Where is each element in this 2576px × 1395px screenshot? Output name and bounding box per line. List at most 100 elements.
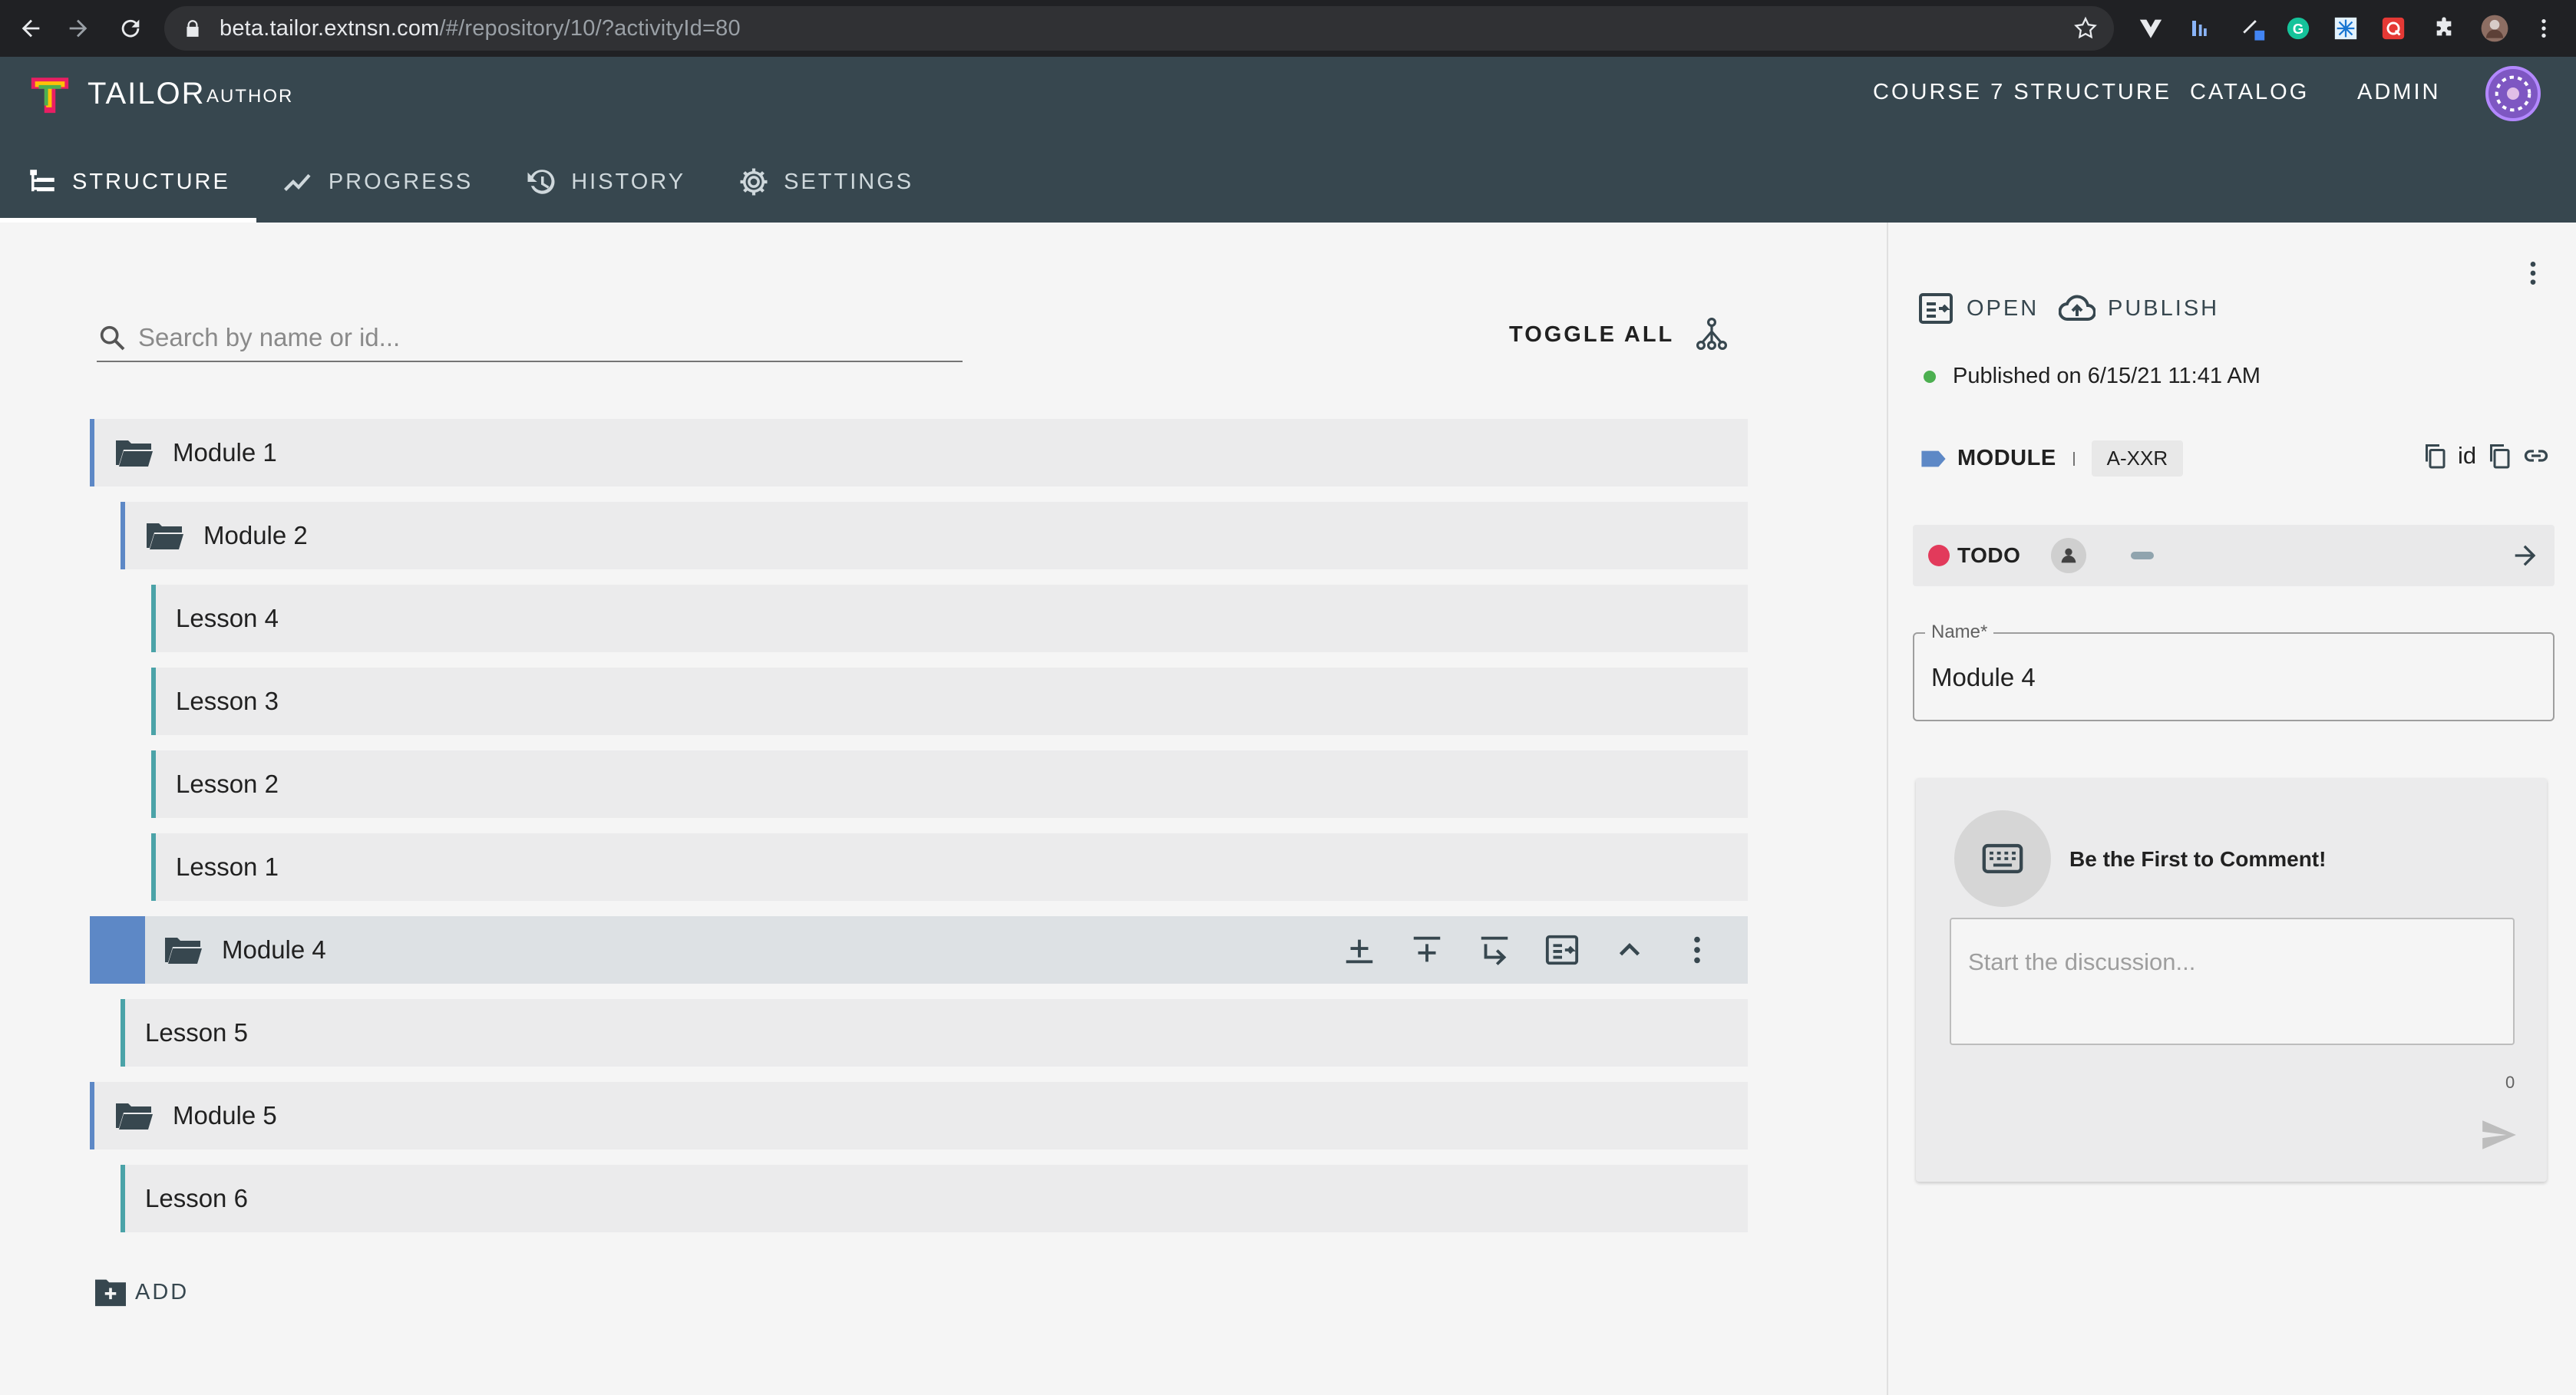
- app-header: TAILOR AUTHOR COURSE 7 STRUCTURE CATALOG…: [0, 57, 2576, 223]
- tree-item-label: Module 5: [173, 1101, 277, 1130]
- comments-empty-text: Be the First to Comment!: [2069, 847, 2327, 871]
- search-icon: [100, 325, 125, 351]
- person-icon: [2062, 548, 2076, 563]
- label-tag-icon: [1921, 450, 1946, 467]
- tree-item-module-selected[interactable]: Module 4: [90, 916, 1748, 984]
- back-button[interactable]: [8, 0, 54, 57]
- tree-item-module[interactable]: Module 5: [90, 1082, 1748, 1149]
- workflow-status-bar[interactable]: TODO: [1913, 525, 2555, 586]
- reload-icon: [121, 19, 140, 38]
- comments-panel: Be the First to Comment! 0: [1916, 778, 2547, 1182]
- lock-icon: [187, 20, 199, 37]
- pen-extension-icon[interactable]: [2238, 13, 2269, 44]
- module-indicator-bar: [90, 419, 94, 486]
- brand-subtitle: AUTHOR: [206, 86, 294, 107]
- activity-sidebar: OPEN PUBLISH Published on 6/15/21 11:41 …: [1887, 223, 2576, 1395]
- folder-add-icon: [95, 1279, 126, 1307]
- publish-button[interactable]: PUBLISH: [2059, 292, 2219, 325]
- search-input[interactable]: [138, 323, 952, 352]
- tab-settings[interactable]: SETTINGS: [712, 141, 940, 223]
- browser-chrome: beta.tailor.extnsn.com/#/repository/10/?…: [0, 0, 2576, 57]
- bar-chart-extension-icon[interactable]: [2185, 13, 2215, 44]
- profile-avatar-icon[interactable]: [2479, 13, 2510, 44]
- copy-icon[interactable]: [2421, 442, 2449, 470]
- add-item-button[interactable]: ADD: [94, 1277, 189, 1308]
- open-button[interactable]: [1528, 916, 1596, 984]
- q-extension-icon[interactable]: [2378, 13, 2409, 44]
- arrow-left-icon: [21, 19, 40, 38]
- tab-structure-label: STRUCTURE: [72, 169, 230, 194]
- lesson-indicator-bar: [151, 750, 156, 818]
- status-dot: [1928, 545, 1950, 566]
- activity-type-label: MODULE: [1957, 446, 2056, 470]
- more-vertical-icon[interactable]: [2518, 258, 2548, 289]
- forward-button[interactable]: [55, 0, 101, 57]
- open-button[interactable]: OPEN: [1917, 292, 2039, 325]
- open-in-editor-icon: [1545, 935, 1579, 965]
- name-field-value[interactable]: Module 4: [1931, 663, 2036, 692]
- nav-admin[interactable]: ADMIN: [2357, 80, 2440, 105]
- link-icon[interactable]: [2522, 442, 2550, 470]
- tree-item-lesson[interactable]: Lesson 1: [151, 833, 1748, 901]
- publish-label: PUBLISH: [2108, 295, 2220, 321]
- activity-type-row: MODULE A-XXR: [1920, 440, 2184, 477]
- publish-status: Published on 6/15/21 11:41 AM: [1924, 364, 2261, 389]
- puzzle-extension-icon[interactable]: [2429, 13, 2459, 44]
- bookmark-star-icon[interactable]: [2072, 15, 2099, 41]
- browser-menu-icon[interactable]: [2528, 13, 2559, 44]
- tab-progress[interactable]: PROGRESS: [256, 141, 499, 223]
- url-path: /#/repository/10/?activityId=80: [439, 15, 741, 41]
- send-icon[interactable]: [2479, 1116, 2518, 1154]
- assignee-avatar[interactable]: [2051, 538, 2087, 573]
- reload-button[interactable]: [107, 0, 154, 57]
- main-tabs: STRUCTURE PROGRESS HISTORY SETTINGS: [0, 141, 940, 223]
- tree-item-lesson[interactable]: Lesson 6: [121, 1165, 1748, 1232]
- toggle-all-button[interactable]: TOGGLE ALL: [1509, 322, 1674, 348]
- lesson-indicator-bar: [151, 668, 156, 735]
- vuejs-devtools-extension-icon[interactable]: [2135, 13, 2166, 44]
- tab-structure[interactable]: STRUCTURE: [0, 141, 256, 223]
- chevron-up-icon: [1619, 942, 1640, 956]
- folder-open-icon: [116, 440, 153, 467]
- snowflake-extension-icon[interactable]: [2330, 13, 2361, 44]
- module-indicator-bar: [121, 502, 125, 569]
- tree-item-lesson[interactable]: Lesson 2: [151, 750, 1748, 818]
- gear-icon: [740, 168, 768, 196]
- tree-item-label: Lesson 4: [176, 604, 279, 632]
- grammarly-extension-icon[interactable]: G: [2283, 13, 2313, 44]
- divider: [2072, 451, 2075, 466]
- tab-history[interactable]: HISTORY: [499, 141, 712, 223]
- tailor-logo-icon[interactable]: [28, 72, 72, 117]
- lesson-indicator-bar: [121, 1165, 125, 1232]
- history-icon: [527, 170, 555, 194]
- id-label: id: [2458, 442, 2477, 469]
- user-avatar[interactable]: [2485, 66, 2541, 121]
- tree-item-label: Module 4: [222, 935, 326, 964]
- nav-catalog[interactable]: CATALOG: [2190, 80, 2309, 105]
- collapse-button[interactable]: [1596, 916, 1663, 984]
- keyboard-icon: [1982, 843, 2023, 874]
- copy-id-icon[interactable]: [2485, 442, 2513, 470]
- tree-item-lesson[interactable]: Lesson 3: [151, 668, 1748, 735]
- tree-item-lesson[interactable]: Lesson 5: [121, 999, 1748, 1067]
- lesson-indicator-bar: [151, 585, 156, 652]
- row-menu-button[interactable]: [1663, 916, 1731, 984]
- add-into-button[interactable]: [1461, 916, 1528, 984]
- add-below-button[interactable]: [1326, 916, 1393, 984]
- name-field[interactable]: Name* Module 4: [1913, 622, 2555, 721]
- tree-item-label: Lesson 5: [145, 1018, 248, 1047]
- add-above-button[interactable]: [1393, 916, 1461, 984]
- tree-item-module[interactable]: Module 1: [90, 419, 1748, 486]
- tree-item-module[interactable]: Module 2: [121, 502, 1748, 569]
- tree-item-label: Lesson 3: [176, 687, 279, 715]
- brand-name[interactable]: TAILOR: [88, 77, 206, 111]
- tree-item-lesson[interactable]: Lesson 4: [151, 585, 1748, 652]
- folder-open-icon: [147, 523, 183, 549]
- nav-course-structure[interactable]: COURSE 7 STRUCTURE: [1873, 80, 2171, 105]
- tree-hierarchy-icon[interactable]: [1693, 316, 1730, 353]
- add-above-icon: [1413, 936, 1441, 962]
- comment-input[interactable]: [1950, 918, 2515, 1045]
- address-bar[interactable]: beta.tailor.extnsn.com/#/repository/10/?…: [164, 6, 2114, 51]
- arrow-right-icon[interactable]: [2510, 540, 2541, 571]
- add-item-label: ADD: [135, 1279, 190, 1304]
